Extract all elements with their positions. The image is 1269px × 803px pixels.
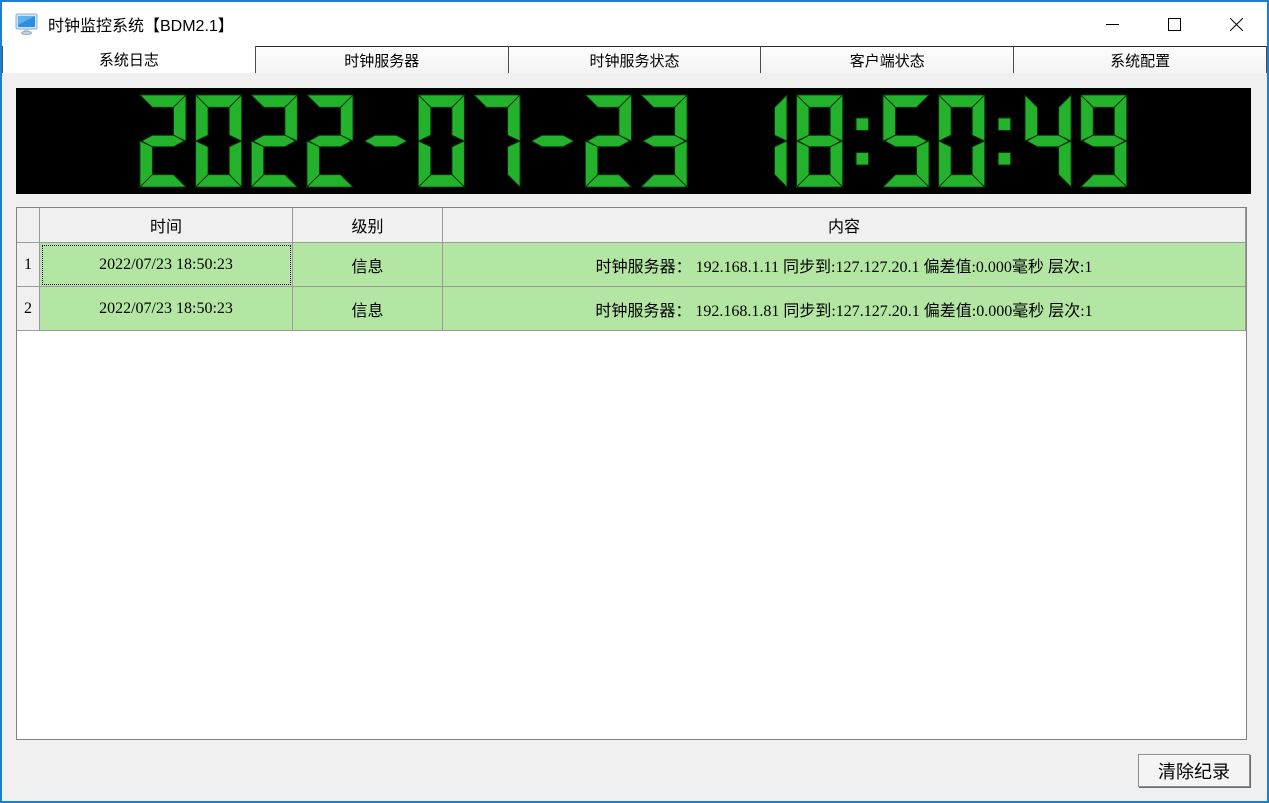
tab-clock-server[interactable]: 时钟服务器	[256, 46, 509, 73]
column-header-level[interactable]: 级别	[293, 208, 443, 243]
table-row: 2 2022/07/23 18:50:23 信息 时钟服务器： 192.168.…	[17, 287, 1246, 331]
tab-system-config[interactable]: 系统配置	[1014, 46, 1267, 73]
tab-bar: 系统日志 时钟服务器 时钟服务状态 客户端状态 系统配置	[2, 46, 1267, 73]
window-controls	[1081, 2, 1267, 46]
row-number[interactable]: 1	[17, 243, 40, 287]
digital-clock-display	[16, 88, 1251, 194]
computer-monitor-icon	[14, 12, 40, 36]
row-level-cell[interactable]: 信息	[293, 243, 443, 287]
app-window: 时钟监控系统【BDM2.1】 系统日志 时钟服务器 时钟服务状态 客户端状态 系…	[0, 0, 1269, 803]
table-empty-area	[17, 331, 1246, 739]
row-time-cell[interactable]: 2022/07/23 18:50:23	[40, 287, 293, 331]
maximize-button[interactable]	[1143, 2, 1205, 46]
tab-clock-service-status[interactable]: 时钟服务状态	[509, 46, 762, 73]
column-header-content[interactable]: 内容	[443, 208, 1246, 243]
window-title: 时钟监控系统【BDM2.1】	[48, 12, 234, 36]
close-button[interactable]	[1205, 2, 1267, 46]
footer-bar: 清除纪录	[2, 740, 1267, 801]
titlebar: 时钟监控系统【BDM2.1】	[2, 2, 1267, 46]
table-corner-cell	[17, 208, 40, 243]
column-header-time[interactable]: 时间	[40, 208, 293, 243]
row-number[interactable]: 2	[17, 287, 40, 331]
minimize-button[interactable]	[1081, 2, 1143, 46]
table-row: 1 2022/07/23 18:50:23 信息 时钟服务器： 192.168.…	[17, 243, 1246, 287]
table-header-row: 时间 级别 内容	[17, 208, 1246, 243]
log-table: 时间 级别 内容 1 2022/07/23 18:50:23 信息 时钟服务器：…	[16, 207, 1247, 740]
row-time-cell[interactable]: 2022/07/23 18:50:23	[40, 243, 293, 287]
row-level-cell[interactable]: 信息	[293, 287, 443, 331]
tab-client-status[interactable]: 客户端状态	[761, 46, 1014, 73]
seven-segment-clock	[138, 93, 1129, 189]
row-content-cell[interactable]: 时钟服务器： 192.168.1.81 同步到:127.127.20.1 偏差值…	[443, 287, 1246, 331]
clear-records-button[interactable]: 清除纪录	[1138, 754, 1250, 787]
tab-system-log[interactable]: 系统日志	[2, 46, 256, 73]
row-content-cell[interactable]: 时钟服务器： 192.168.1.11 同步到:127.127.20.1 偏差值…	[443, 243, 1246, 287]
